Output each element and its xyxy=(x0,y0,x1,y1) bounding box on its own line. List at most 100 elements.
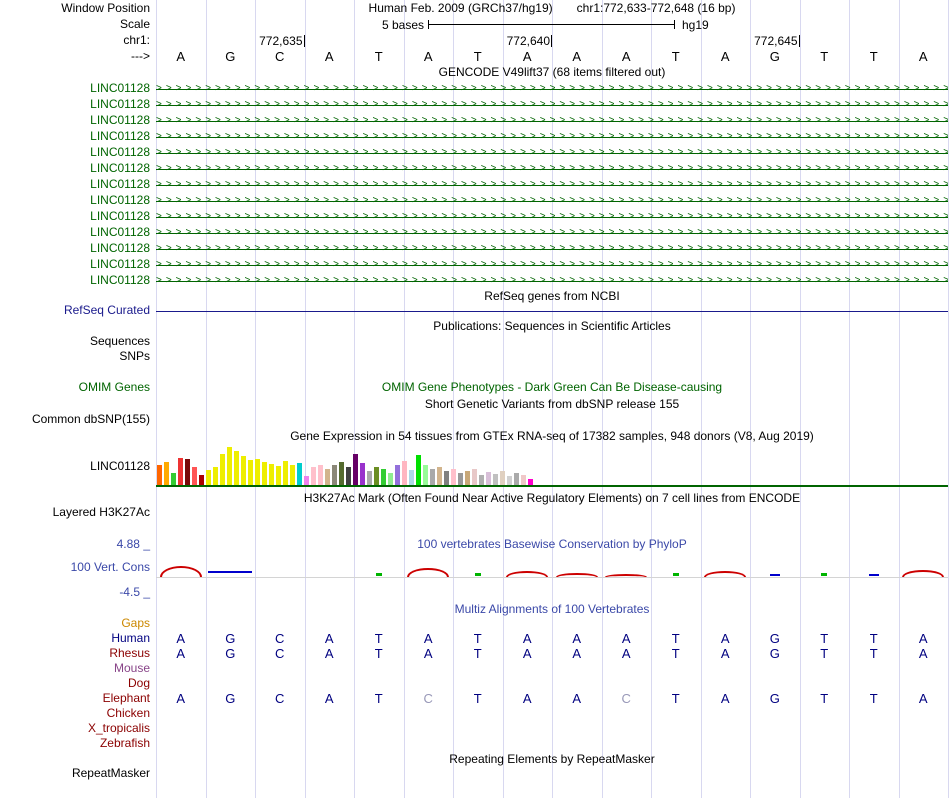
gencode-item-label[interactable]: LINC01128 xyxy=(0,258,150,271)
species-label-dog[interactable]: Dog xyxy=(0,677,150,690)
transcript-arrow-line[interactable]: >>>>>>>>>>>>>>>>>>>>>>>>>>>>>>>>>>>>>>>>… xyxy=(156,275,948,288)
gtex-tissue-bar[interactable] xyxy=(241,456,246,485)
sequences-track-label[interactable]: Sequences xyxy=(0,335,150,348)
gencode-item-label[interactable]: LINC01128 xyxy=(0,82,150,95)
gtex-tissue-bar[interactable] xyxy=(374,467,379,485)
gtex-tissue-bar[interactable] xyxy=(346,467,351,485)
gtex-tissue-bar[interactable] xyxy=(276,466,281,485)
gtex-tissue-bar[interactable] xyxy=(213,467,218,485)
transcript-arrow-line[interactable]: >>>>>>>>>>>>>>>>>>>>>>>>>>>>>>>>>>>>>>>>… xyxy=(156,211,948,224)
transcript-arrow-line[interactable]: >>>>>>>>>>>>>>>>>>>>>>>>>>>>>>>>>>>>>>>>… xyxy=(156,195,948,208)
gtex-tissue-bar[interactable] xyxy=(297,463,302,485)
gtex-tissue-bar[interactable] xyxy=(262,462,267,485)
transcript-arrow-line[interactable]: >>>>>>>>>>>>>>>>>>>>>>>>>>>>>>>>>>>>>>>>… xyxy=(156,163,948,176)
species-label-elephant[interactable]: Elephant xyxy=(0,692,150,705)
transcript-arrow-line[interactable]: >>>>>>>>>>>>>>>>>>>>>>>>>>>>>>>>>>>>>>>>… xyxy=(156,83,948,96)
gtex-tissue-bar[interactable] xyxy=(332,465,337,485)
gtex-tissue-bar[interactable] xyxy=(185,459,190,485)
gtex-tissue-bar[interactable] xyxy=(283,461,288,485)
species-label-mouse[interactable]: Mouse xyxy=(0,662,150,675)
gtex-tissue-bar[interactable] xyxy=(248,460,253,485)
gtex-tissue-bar[interactable] xyxy=(521,475,526,485)
gtex-tissue-bar[interactable] xyxy=(367,471,372,485)
gtex-tissue-bar[interactable] xyxy=(465,471,470,485)
gtex-tissue-bar[interactable] xyxy=(157,465,162,485)
transcript-arrow-line[interactable]: >>>>>>>>>>>>>>>>>>>>>>>>>>>>>>>>>>>>>>>>… xyxy=(156,115,948,128)
conservation-wiggle-plot[interactable] xyxy=(156,556,948,578)
gtex-tissue-bar[interactable] xyxy=(220,454,225,485)
gtex-tissue-bar[interactable] xyxy=(339,462,344,485)
gtex-tissue-bar[interactable] xyxy=(290,465,295,485)
gtex-tissue-bar[interactable] xyxy=(479,475,484,485)
gtex-tissue-bar[interactable] xyxy=(360,463,365,485)
species-label-zebrafish[interactable]: Zebrafish xyxy=(0,737,150,750)
common-dbsnp-label[interactable]: Common dbSNP(155) xyxy=(0,413,150,426)
gencode-item-label[interactable]: LINC01128 xyxy=(0,162,150,175)
gtex-tissue-bar[interactable] xyxy=(444,471,449,485)
gtex-tissue-bar[interactable] xyxy=(507,476,512,485)
gtex-tissue-bar[interactable] xyxy=(192,467,197,485)
gtex-gene-label[interactable]: LINC01128 xyxy=(0,460,150,473)
transcript-arrow-line[interactable]: >>>>>>>>>>>>>>>>>>>>>>>>>>>>>>>>>>>>>>>>… xyxy=(156,131,948,144)
species-label-human[interactable]: Human xyxy=(0,632,150,645)
gtex-tissue-bar[interactable] xyxy=(318,465,323,485)
gencode-item-label[interactable]: LINC01128 xyxy=(0,146,150,159)
gtex-tissue-bar[interactable] xyxy=(388,473,393,485)
gtex-tissue-bar[interactable] xyxy=(171,473,176,485)
gtex-tissue-bar[interactable] xyxy=(325,469,330,485)
gtex-tissue-bar[interactable] xyxy=(486,472,491,485)
gtex-tissue-bar[interactable] xyxy=(409,470,414,485)
gtex-tissue-bar[interactable] xyxy=(311,467,316,485)
species-label-chicken[interactable]: Chicken xyxy=(0,707,150,720)
gtex-tissue-bar[interactable] xyxy=(255,459,260,485)
gtex-tissue-bar[interactable] xyxy=(472,469,477,485)
gtex-tissue-bar[interactable] xyxy=(164,462,169,485)
gencode-item-label[interactable]: LINC01128 xyxy=(0,194,150,207)
gtex-tissue-bar[interactable] xyxy=(500,471,505,485)
gencode-item-label[interactable]: LINC01128 xyxy=(0,226,150,239)
layered-h3k27ac-label[interactable]: Layered H3K27Ac xyxy=(0,506,150,519)
transcript-arrow-line[interactable]: >>>>>>>>>>>>>>>>>>>>>>>>>>>>>>>>>>>>>>>>… xyxy=(156,243,948,256)
refseq-gene-line[interactable] xyxy=(156,311,948,312)
omim-genes-label[interactable]: OMIM Genes xyxy=(0,381,150,394)
transcript-arrow-line[interactable]: >>>>>>>>>>>>>>>>>>>>>>>>>>>>>>>>>>>>>>>>… xyxy=(156,227,948,240)
gtex-tissue-bar[interactable] xyxy=(514,473,519,485)
gtex-tissue-bar[interactable] xyxy=(234,451,239,485)
gtex-tissue-bar[interactable] xyxy=(423,465,428,485)
gtex-tissue-bar[interactable] xyxy=(416,455,421,485)
gtex-tissue-bar[interactable] xyxy=(402,461,407,485)
gencode-item-label[interactable]: LINC01128 xyxy=(0,98,150,111)
gtex-tissue-bar[interactable] xyxy=(458,473,463,485)
snps-track-label[interactable]: SNPs xyxy=(0,350,150,363)
gtex-tissue-bar[interactable] xyxy=(430,469,435,485)
gtex-tissue-bar[interactable] xyxy=(178,458,183,485)
gtex-tissue-bar[interactable] xyxy=(437,467,442,485)
species-label-rhesus[interactable]: Rhesus xyxy=(0,647,150,660)
transcript-arrow-line[interactable]: >>>>>>>>>>>>>>>>>>>>>>>>>>>>>>>>>>>>>>>>… xyxy=(156,99,948,112)
transcript-arrow-line[interactable]: >>>>>>>>>>>>>>>>>>>>>>>>>>>>>>>>>>>>>>>>… xyxy=(156,179,948,192)
repeatmasker-label[interactable]: RepeatMasker xyxy=(0,767,150,780)
gencode-item-label[interactable]: LINC01128 xyxy=(0,130,150,143)
gencode-item-label[interactable]: LINC01128 xyxy=(0,274,150,287)
gencode-item-label[interactable]: LINC01128 xyxy=(0,242,150,255)
transcript-arrow-line[interactable]: >>>>>>>>>>>>>>>>>>>>>>>>>>>>>>>>>>>>>>>>… xyxy=(156,147,948,160)
gtex-tissue-bar[interactable] xyxy=(199,475,204,485)
gtex-tissue-bar[interactable] xyxy=(206,470,211,485)
gencode-item-label[interactable]: LINC01128 xyxy=(0,210,150,223)
gtex-tissue-bar[interactable] xyxy=(381,469,386,485)
gtex-tissue-bar[interactable] xyxy=(227,447,232,485)
refseq-curated-label[interactable]: RefSeq Curated xyxy=(0,304,150,317)
gencode-item-label[interactable]: LINC01128 xyxy=(0,114,150,127)
gtex-tissue-bar[interactable] xyxy=(451,469,456,485)
gtex-tissue-bar[interactable] xyxy=(304,476,309,485)
gtex-tissue-bar[interactable] xyxy=(353,454,358,485)
gtex-tissue-bar[interactable] xyxy=(269,464,274,485)
gtex-tissue-bar[interactable] xyxy=(493,474,498,485)
gencode-item-label[interactable]: LINC01128 xyxy=(0,178,150,191)
gtex-tissue-bar[interactable] xyxy=(395,465,400,485)
conservation-track-label[interactable]: 100 Vert. Cons xyxy=(0,561,150,574)
gtex-gene-model-line[interactable] xyxy=(156,485,948,487)
gtex-expression-barchart[interactable] xyxy=(157,445,537,485)
transcript-arrow-line[interactable]: >>>>>>>>>>>>>>>>>>>>>>>>>>>>>>>>>>>>>>>>… xyxy=(156,259,948,272)
species-label-x_tropicalis[interactable]: X_tropicalis xyxy=(0,722,150,735)
